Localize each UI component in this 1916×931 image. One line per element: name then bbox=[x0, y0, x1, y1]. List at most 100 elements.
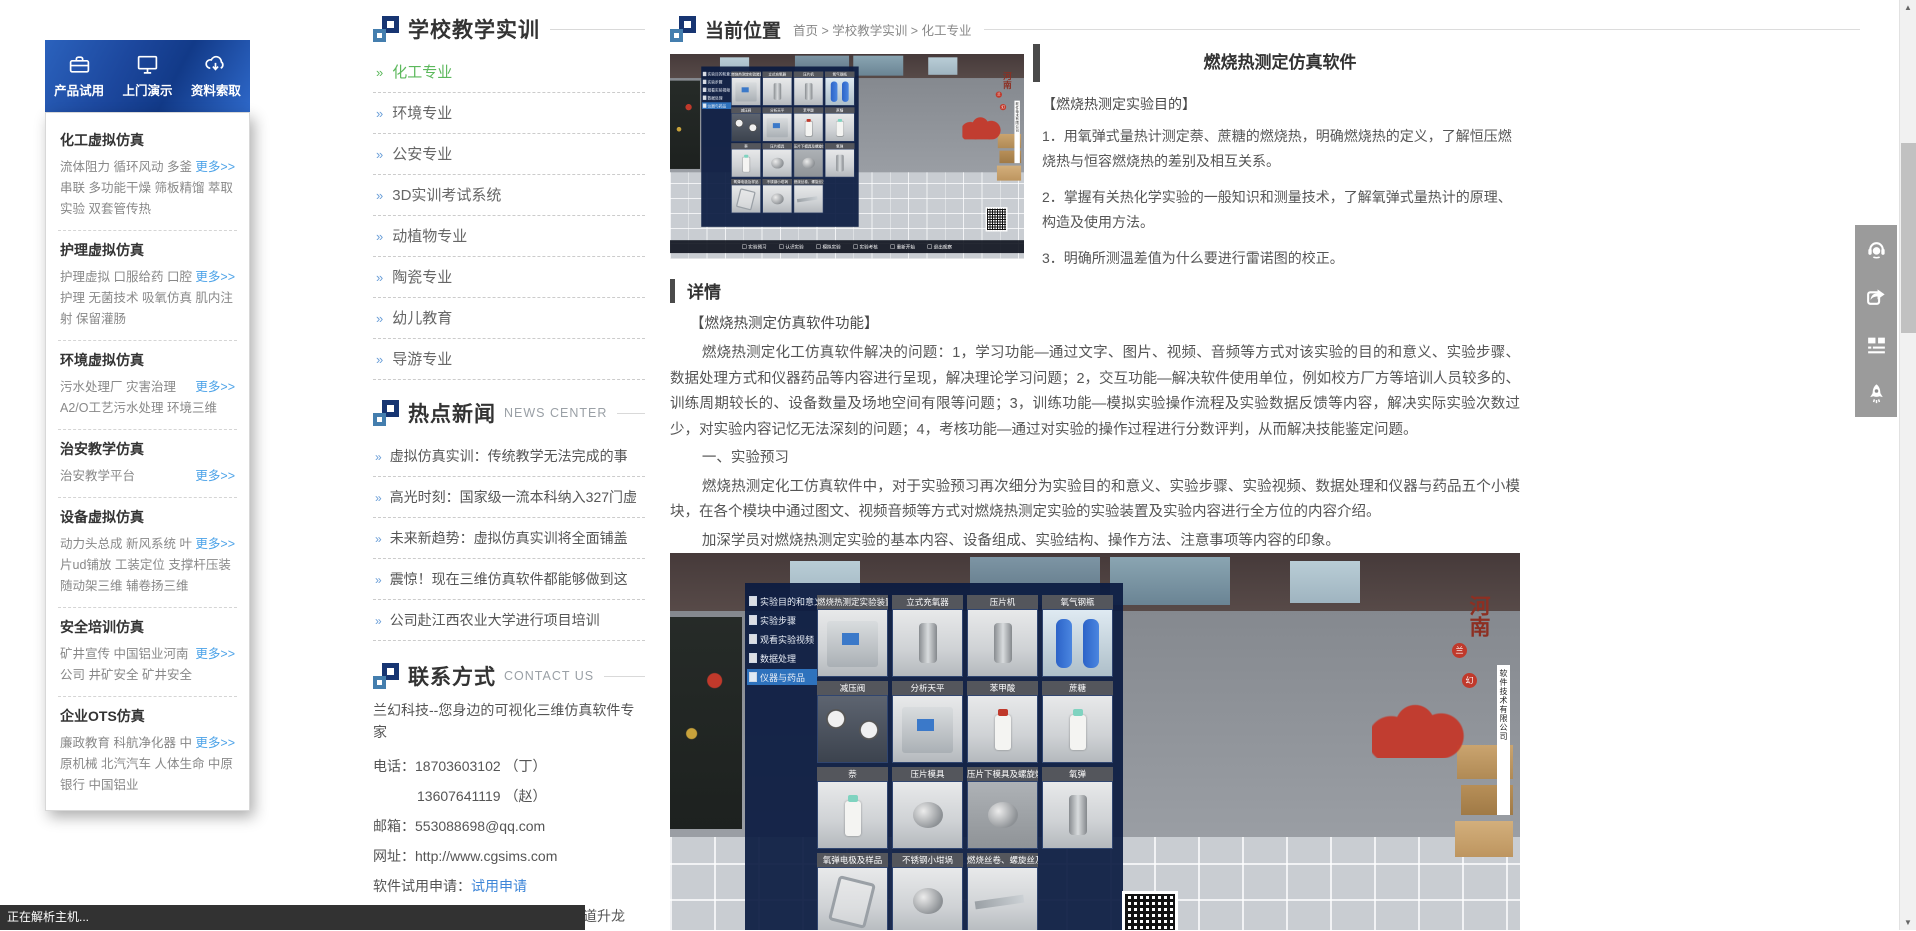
menu-item-chemical[interactable]: »化工专业 bbox=[373, 52, 645, 93]
more-link[interactable]: 更多>> bbox=[195, 644, 235, 665]
equipment-card[interactable]: 分析天平 bbox=[762, 107, 792, 141]
briefcase-icon bbox=[68, 53, 91, 76]
share-button[interactable] bbox=[1855, 273, 1897, 321]
equipment-card[interactable]: 压片模具 bbox=[892, 767, 963, 849]
data-icon bbox=[749, 653, 757, 663]
scrollbar-track[interactable]: ▲ ▼ bbox=[1899, 0, 1916, 930]
news-item[interactable]: »高光时刻：国家级一流本科纳入327门虚 bbox=[373, 477, 645, 518]
sim-menu-item-purpose[interactable]: 实验目的和意义 bbox=[747, 593, 817, 609]
more-link[interactable]: 更多>> bbox=[195, 157, 235, 178]
sim-menu-item-data[interactable]: 数据处理 bbox=[747, 650, 817, 666]
more-link[interactable]: 更多>> bbox=[195, 466, 235, 487]
equipment-card[interactable]: 压片机 bbox=[794, 71, 824, 105]
equipment-card[interactable]: 氧气钢瓶 bbox=[1042, 595, 1113, 677]
sim-toolbar-assess[interactable]: 实验考核 bbox=[853, 243, 878, 250]
equipment-card[interactable]: 压片下模具及螺旋燃烧丝 bbox=[794, 143, 824, 177]
more-link[interactable]: 更多>> bbox=[195, 733, 235, 754]
sim-menu-item-steps[interactable]: 实验步骤 bbox=[702, 79, 731, 86]
news-item[interactable]: »公司赴江西农业大学进行项目培训 bbox=[373, 600, 645, 641]
sim-menu-item-purpose[interactable]: 实验目的和意义 bbox=[702, 71, 731, 78]
onsite-demo-label: 上门演示 bbox=[122, 80, 172, 99]
customer-service-button[interactable] bbox=[1855, 225, 1897, 273]
equipment-card[interactable]: 不锈钢小坩埚 bbox=[762, 179, 792, 213]
scrollbar-down-arrow[interactable]: ▼ bbox=[1900, 918, 1916, 927]
menu-item-animals-plants[interactable]: »动植物专业 bbox=[373, 216, 645, 257]
equipment-card[interactable]: 不锈钢小坩埚 bbox=[892, 853, 963, 930]
menu-item-ceramics[interactable]: »陶瓷专业 bbox=[373, 257, 645, 298]
more-link[interactable]: 更多>> bbox=[195, 377, 235, 398]
equipment-card[interactable]: 氧弹 bbox=[825, 143, 855, 177]
sim-menu-item-data[interactable]: 数据处理 bbox=[702, 94, 731, 101]
more-link[interactable]: 更多>> bbox=[195, 534, 235, 555]
header-rule bbox=[550, 29, 645, 30]
equipment-card[interactable]: 氧弹 bbox=[1042, 767, 1113, 849]
menu-item-environment[interactable]: »环境专业 bbox=[373, 93, 645, 134]
site-map-button[interactable] bbox=[1855, 321, 1897, 369]
equipment-card[interactable]: 氧气钢瓶 bbox=[825, 71, 855, 105]
section-links[interactable]: 更多>>护理虚拟 口服给药 口腔护理 无菌技术 吸氧仿真 肌内注射 保留灌肠 bbox=[60, 267, 235, 330]
equipment-card[interactable]: 减压阀 bbox=[817, 681, 888, 763]
onsite-demo-button[interactable]: 上门演示 bbox=[122, 53, 172, 99]
equipment-card[interactable]: 减压阀 bbox=[731, 107, 761, 141]
back-to-top-button[interactable] bbox=[1855, 369, 1897, 417]
scrollbar-thumb[interactable] bbox=[1901, 143, 1916, 333]
scrollbar-up-arrow[interactable]: ▲ bbox=[1900, 3, 1916, 12]
section-links[interactable]: 更多>>廉政教育 科航净化器 中原机械 北汽汽车 人体生命 中原银行 中国铝业 bbox=[60, 733, 235, 796]
section-links[interactable]: 更多>>污水处理厂 灾害治理 A2/O工艺污水处理 环境三维 bbox=[60, 377, 235, 419]
equipment-card[interactable]: 萘 bbox=[817, 767, 888, 849]
equipment-card[interactable]: 氧弹电极及样品 bbox=[817, 853, 888, 930]
sim-menu: 实验目的和意义 实验步骤 观看实验视频 数据处理 仪器与药品 bbox=[702, 71, 731, 111]
menu-item-preschool[interactable]: »幼儿教育 bbox=[373, 298, 645, 339]
request-materials-button[interactable]: 资料索取 bbox=[191, 53, 241, 99]
equipment-card[interactable]: 压片模具 bbox=[762, 143, 792, 177]
sim-menu-item-steps[interactable]: 实验步骤 bbox=[747, 612, 817, 628]
news-item[interactable]: »虚拟仿真实训：传统教学无法完成的事 bbox=[373, 436, 645, 477]
breadcrumb-path[interactable]: 首页 > 学校教学实训 > 化工专业 bbox=[793, 20, 972, 39]
menu-item-police[interactable]: »公安专业 bbox=[373, 134, 645, 175]
sim-menu-item-instruments[interactable]: 仪器与药品 bbox=[747, 669, 817, 685]
red-cloud-decoration bbox=[962, 115, 1002, 139]
equipment-card[interactable]: 蔗糖 bbox=[1042, 681, 1113, 763]
sim-toolbar-simulate[interactable]: 模拟实验 bbox=[816, 243, 841, 250]
equipment-card[interactable]: 压片下模具及螺旋燃烧丝 bbox=[967, 767, 1038, 849]
section-links[interactable]: 更多>>流体阻力 循环风动 多釜串联 多功能干燥 筛板精馏 萃取实验 双套管传热 bbox=[60, 157, 235, 220]
trial-apply-link[interactable]: 试用申请 bbox=[471, 878, 527, 894]
equipment-card[interactable]: 氧弹电极及样品 bbox=[731, 179, 761, 213]
product-trial-button[interactable]: 产品试用 bbox=[54, 53, 104, 99]
equipment-card[interactable]: 压片机 bbox=[967, 595, 1038, 677]
sim-toolbar-learn[interactable]: 认识实验 bbox=[779, 243, 804, 250]
equipment-card[interactable]: 苯甲酸 bbox=[794, 107, 824, 141]
equipment-card[interactable]: 立式充氧器 bbox=[762, 71, 792, 105]
more-link[interactable]: 更多>> bbox=[195, 267, 235, 288]
sim-toolbar-restart[interactable]: 重新开始 bbox=[890, 243, 915, 250]
equipment-card[interactable]: 燃烧丝卷、螺旋丝及量尺 bbox=[967, 853, 1038, 930]
sim-menu-item-video[interactable]: 观看实验视频 bbox=[702, 86, 731, 93]
product-thumbnail-image[interactable]: 实验目的和意义 实验步骤 观看实验视频 数据处理 仪器与药品 燃烧热测定实验装置… bbox=[670, 54, 1024, 259]
sim-toolbar-preview[interactable]: 实验预习 bbox=[742, 243, 767, 250]
news-item[interactable]: »震惊！现在三维仿真软件都能够做到这 bbox=[373, 559, 645, 600]
purpose-item-2: 2．掌握有关热化学实验的一般知识和测量技术，了解氧弹式量热计的原理、构造及使用方… bbox=[1042, 185, 1520, 235]
contact-website: 网址：http://www.cgsims.com bbox=[373, 841, 645, 871]
menu-item-tour-guide[interactable]: »导游专业 bbox=[373, 339, 645, 380]
brand-region-text: 河南 bbox=[1464, 595, 1494, 637]
breadcrumb: 当前位置 首页 > 学校教学实训 > 化工专业 bbox=[670, 14, 1860, 44]
sim-toolbar-exit[interactable]: 退出观察 bbox=[927, 243, 952, 250]
equipment-card[interactable]: 萘 bbox=[731, 143, 761, 177]
equipment-card[interactable]: 燃烧丝卷、螺旋丝及量尺 bbox=[794, 179, 824, 213]
menu-item-3d-exam[interactable]: »3D实训考试系统 bbox=[373, 175, 645, 216]
sim-menu-item-video[interactable]: 观看实验视频 bbox=[747, 631, 817, 647]
equipment-card[interactable]: 分析天平 bbox=[892, 681, 963, 763]
equipment-card[interactable]: 苯甲酸 bbox=[967, 681, 1038, 763]
section-links[interactable]: 更多>>动力头总成 新风系统 叶片ud铺放 工装定位 支撑杆压装 随动架三维 辅… bbox=[60, 534, 235, 597]
equipment-label: 压片模具 bbox=[892, 767, 963, 781]
equipment-card[interactable]: 蔗糖 bbox=[825, 107, 855, 141]
sim-menu-item-instruments[interactable]: 仪器与药品 bbox=[702, 102, 731, 109]
equipment-card[interactable]: 燃烧热测定实验装置 bbox=[731, 71, 761, 105]
news-item[interactable]: »未来新趋势：虚拟仿真实训将全面铺盖 bbox=[373, 518, 645, 559]
section-links[interactable]: 更多>>治安教学平台 bbox=[60, 466, 235, 487]
brand-region-text: 河南 bbox=[1001, 71, 1013, 88]
section-links[interactable]: 更多>>矿井宣传 中国铝业河南公司 井矿安全 矿井安全 bbox=[60, 644, 235, 686]
equipment-card[interactable]: 立式充氧器 bbox=[892, 595, 963, 677]
equipment-card[interactable]: 燃烧热测定实验装置 bbox=[817, 595, 888, 677]
detail-heading: 详情 bbox=[687, 278, 721, 303]
